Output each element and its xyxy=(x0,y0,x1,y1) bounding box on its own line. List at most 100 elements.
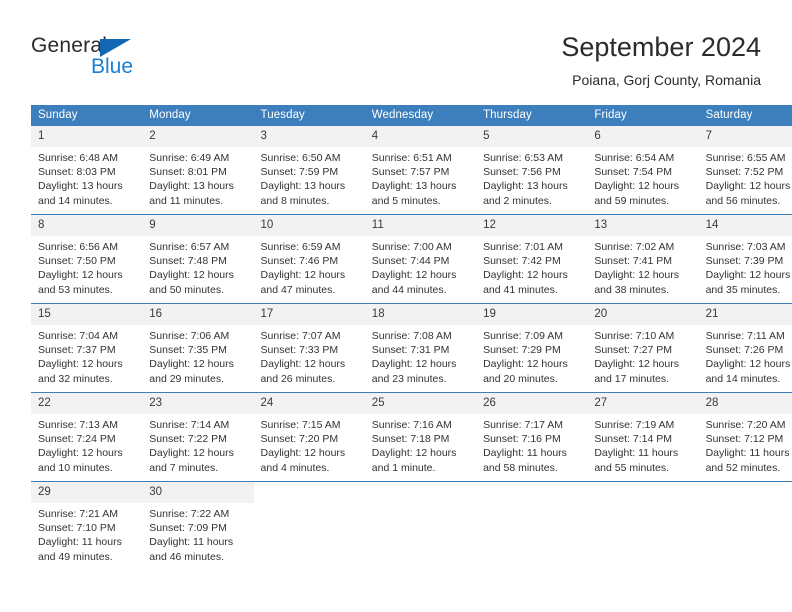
day-details: Sunrise: 6:59 AM Sunset: 7:46 PM Daylight:… xyxy=(254,236,365,297)
calendar-day-cell[interactable]: 25 Sunrise: 7:16 AM Sunset: 7:18 PM Dayligh… xyxy=(364,392,477,482)
generalblue-logo[interactable]: General Blue xyxy=(31,34,161,86)
daylight-duration-line1: Daylight: 11 hours xyxy=(483,447,567,460)
calendar-day-cell[interactable]: 17 Sunrise: 7:07 AM Sunset: 7:33 PM Dayligh… xyxy=(253,303,365,393)
calendar-day-cell[interactable]: 1 Sunrise: 6:48 AM Sunset: 8:03 PM Daylight… xyxy=(31,126,143,215)
calendar-day-cell[interactable]: 29 Sunrise: 7:21 AM Sunset: 7:10 PM Dayligh… xyxy=(31,481,143,570)
day-number: 30 xyxy=(142,482,254,503)
sunrise-time: Sunrise: 6:54 AM xyxy=(594,152,675,164)
daylight-duration-line2: and 4 minutes. xyxy=(260,461,330,474)
calendar-day-cell[interactable]: 13 Sunrise: 7:02 AM Sunset: 7:41 PM Dayligh… xyxy=(587,214,699,304)
calendar-day-cell[interactable]: 6 Sunrise: 6:54 AM Sunset: 7:54 PM Daylight… xyxy=(587,126,699,215)
sunset-time: Sunset: 7:10 PM xyxy=(38,522,116,535)
calendar-day-cell[interactable]: 5 Sunrise: 6:53 AM Sunset: 7:56 PM Daylight… xyxy=(476,126,588,215)
calendar-day-cell[interactable]: 26 Sunrise: 7:17 AM Sunset: 7:16 PM Dayligh… xyxy=(476,392,588,482)
day-number: 8 xyxy=(31,215,143,236)
daylight-duration-line2: and 17 minutes. xyxy=(594,372,670,385)
calendar-day-cell[interactable]: 21 Sunrise: 7:11 AM Sunset: 7:26 PM Dayligh… xyxy=(698,303,792,393)
calendar-day-cell[interactable]: 12 Sunrise: 7:01 AM Sunset: 7:42 PM Dayligh… xyxy=(476,214,588,304)
day-number xyxy=(254,482,365,490)
sunset-time: Sunset: 7:42 PM xyxy=(483,255,561,268)
sunrise-time: Sunrise: 7:20 AM xyxy=(705,419,786,431)
calendar-day-cell[interactable]: 23 Sunrise: 7:14 AM Sunset: 7:22 PM Dayligh… xyxy=(142,392,254,482)
day-number: 7 xyxy=(698,126,792,147)
daylight-duration-line2: and 53 minutes. xyxy=(38,283,113,296)
sunrise-time: Sunrise: 6:57 AM xyxy=(149,241,230,253)
daylight-duration-line2: and 47 minutes. xyxy=(260,283,336,296)
day-number: 29 xyxy=(31,482,143,503)
daylight-duration-line2: and 52 minutes. xyxy=(705,461,781,474)
calendar-day-cell[interactable]: 11 Sunrise: 7:00 AM Sunset: 7:44 PM Dayligh… xyxy=(364,214,477,304)
calendar-day-cell[interactable]: 28 Sunrise: 7:20 AM Sunset: 7:12 PM Dayligh… xyxy=(698,392,792,482)
calendar-day-cell[interactable]: 20 Sunrise: 7:10 AM Sunset: 7:27 PM Dayligh… xyxy=(587,303,699,393)
day-number: 6 xyxy=(587,126,699,147)
day-details: Sunrise: 7:07 AM Sunset: 7:33 PM Daylight:… xyxy=(254,325,365,386)
sunset-time: Sunset: 7:16 PM xyxy=(483,433,561,446)
daylight-duration-line2: and 41 minutes. xyxy=(483,283,558,296)
logo-text-blue: Blue xyxy=(91,55,134,78)
sunset-time: Sunset: 7:44 PM xyxy=(371,255,450,268)
weekday-header-saturday: Saturday xyxy=(698,105,792,126)
daylight-duration-line1: Daylight: 11 hours xyxy=(149,536,234,549)
calendar-day-cell[interactable]: 27 Sunrise: 7:19 AM Sunset: 7:14 PM Dayligh… xyxy=(587,392,699,482)
calendar-day-cell[interactable]: 9 Sunrise: 6:57 AM Sunset: 7:48 PM Daylight… xyxy=(142,214,254,304)
day-number: 23 xyxy=(142,393,254,414)
calendar-day-cell[interactable]: 22 Sunrise: 7:13 AM Sunset: 7:24 PM Dayligh… xyxy=(31,392,143,482)
calendar-day-cell[interactable]: 16 Sunrise: 7:06 AM Sunset: 7:35 PM Dayligh… xyxy=(142,303,254,393)
sunrise-time: Sunrise: 7:14 AM xyxy=(149,419,230,431)
sunrise-time: Sunrise: 6:53 AM xyxy=(483,152,564,164)
calendar-day-cell[interactable]: 30 Sunrise: 7:22 AM Sunset: 7:09 PM Dayligh… xyxy=(142,481,254,570)
daylight-duration-line1: Daylight: 12 hours xyxy=(371,358,457,371)
day-details: Sunrise: 6:49 AM Sunset: 8:01 PM Daylight:… xyxy=(142,147,253,208)
sunrise-time: Sunrise: 7:16 AM xyxy=(371,419,452,431)
calendar-day-cell[interactable]: 18 Sunrise: 7:08 AM Sunset: 7:31 PM Dayligh… xyxy=(364,303,477,393)
day-number: 12 xyxy=(476,215,588,236)
sunrise-time: Sunrise: 7:10 AM xyxy=(594,330,675,342)
sunset-time: Sunset: 7:56 PM xyxy=(483,166,561,179)
weekday-header-thursday: Thursday xyxy=(476,105,588,126)
calendar-week-row: 29 Sunrise: 7:21 AM Sunset: 7:10 PM Dayligh… xyxy=(31,481,792,570)
calendar-day-cell[interactable]: 15 Sunrise: 7:04 AM Sunset: 7:37 PM Dayligh… xyxy=(31,303,143,393)
day-number: 16 xyxy=(142,304,254,325)
sunset-time: Sunset: 7:20 PM xyxy=(260,433,339,446)
daylight-duration-line1: Daylight: 13 hours xyxy=(38,180,123,193)
daylight-duration-line1: Daylight: 12 hours xyxy=(38,269,123,282)
weekday-header-monday: Monday xyxy=(142,105,254,126)
sunrise-time: Sunrise: 6:55 AM xyxy=(705,152,786,164)
calendar-head: Sunday Monday Tuesday Wednesday Thursday… xyxy=(31,105,792,126)
daylight-duration-line2: and 11 minutes. xyxy=(149,194,224,207)
day-number: 19 xyxy=(476,304,588,325)
calendar-day-cell[interactable]: 14 Sunrise: 7:03 AM Sunset: 7:39 PM Dayligh… xyxy=(698,214,792,304)
sunset-time: Sunset: 8:03 PM xyxy=(38,166,116,179)
daylight-duration-line2: and 29 minutes. xyxy=(149,372,224,385)
sunset-time: Sunset: 7:54 PM xyxy=(594,166,672,179)
day-details: Sunrise: 7:14 AM Sunset: 7:22 PM Daylight:… xyxy=(142,414,253,475)
day-number: 21 xyxy=(698,304,792,325)
day-number: 15 xyxy=(31,304,143,325)
day-number: 22 xyxy=(31,393,143,414)
calendar-day-cell[interactable]: 2 Sunrise: 6:49 AM Sunset: 8:01 PM Daylight… xyxy=(142,126,254,215)
calendar-week-row: 1 Sunrise: 6:48 AM Sunset: 8:03 PM Daylight… xyxy=(31,126,792,215)
calendar-day-cell[interactable]: 10 Sunrise: 6:59 AM Sunset: 7:46 PM Dayligh… xyxy=(253,214,365,304)
daylight-duration-line2: and 20 minutes. xyxy=(483,372,558,385)
sunrise-time: Sunrise: 7:21 AM xyxy=(38,508,118,520)
day-number xyxy=(587,482,698,490)
day-number xyxy=(365,482,476,490)
day-details: Sunrise: 7:06 AM Sunset: 7:35 PM Daylight:… xyxy=(142,325,253,386)
day-number: 17 xyxy=(253,304,365,325)
calendar-day-cell[interactable]: 7 Sunrise: 6:55 AM Sunset: 7:52 PM Daylight… xyxy=(698,126,792,215)
daylight-duration-line2: and 46 minutes. xyxy=(149,550,224,563)
daylight-duration-line1: Daylight: 12 hours xyxy=(149,269,234,282)
sunset-time: Sunset: 7:48 PM xyxy=(149,255,227,268)
calendar-day-cell[interactable]: 4 Sunrise: 6:51 AM Sunset: 7:57 PM Daylight… xyxy=(364,126,477,215)
calendar-day-cell[interactable]: 19 Sunrise: 7:09 AM Sunset: 7:29 PM Dayligh… xyxy=(476,303,588,393)
calendar-day-cell[interactable]: 8 Sunrise: 6:56 AM Sunset: 7:50 PM Daylight… xyxy=(31,214,143,304)
sunrise-time: Sunrise: 7:13 AM xyxy=(38,419,118,431)
day-number xyxy=(699,482,792,490)
sunrise-time: Sunrise: 7:22 AM xyxy=(149,508,230,520)
page-subtitle-location: Poiana, Gorj County, Romania xyxy=(572,72,761,88)
calendar-day-cell[interactable]: 3 Sunrise: 6:50 AM Sunset: 7:59 PM Daylight… xyxy=(253,126,365,215)
day-number: 24 xyxy=(253,393,365,414)
day-number: 9 xyxy=(142,215,254,236)
daylight-duration-line1: Daylight: 13 hours xyxy=(483,180,568,193)
calendar-day-cell[interactable]: 24 Sunrise: 7:15 AM Sunset: 7:20 PM Dayligh… xyxy=(253,392,365,482)
